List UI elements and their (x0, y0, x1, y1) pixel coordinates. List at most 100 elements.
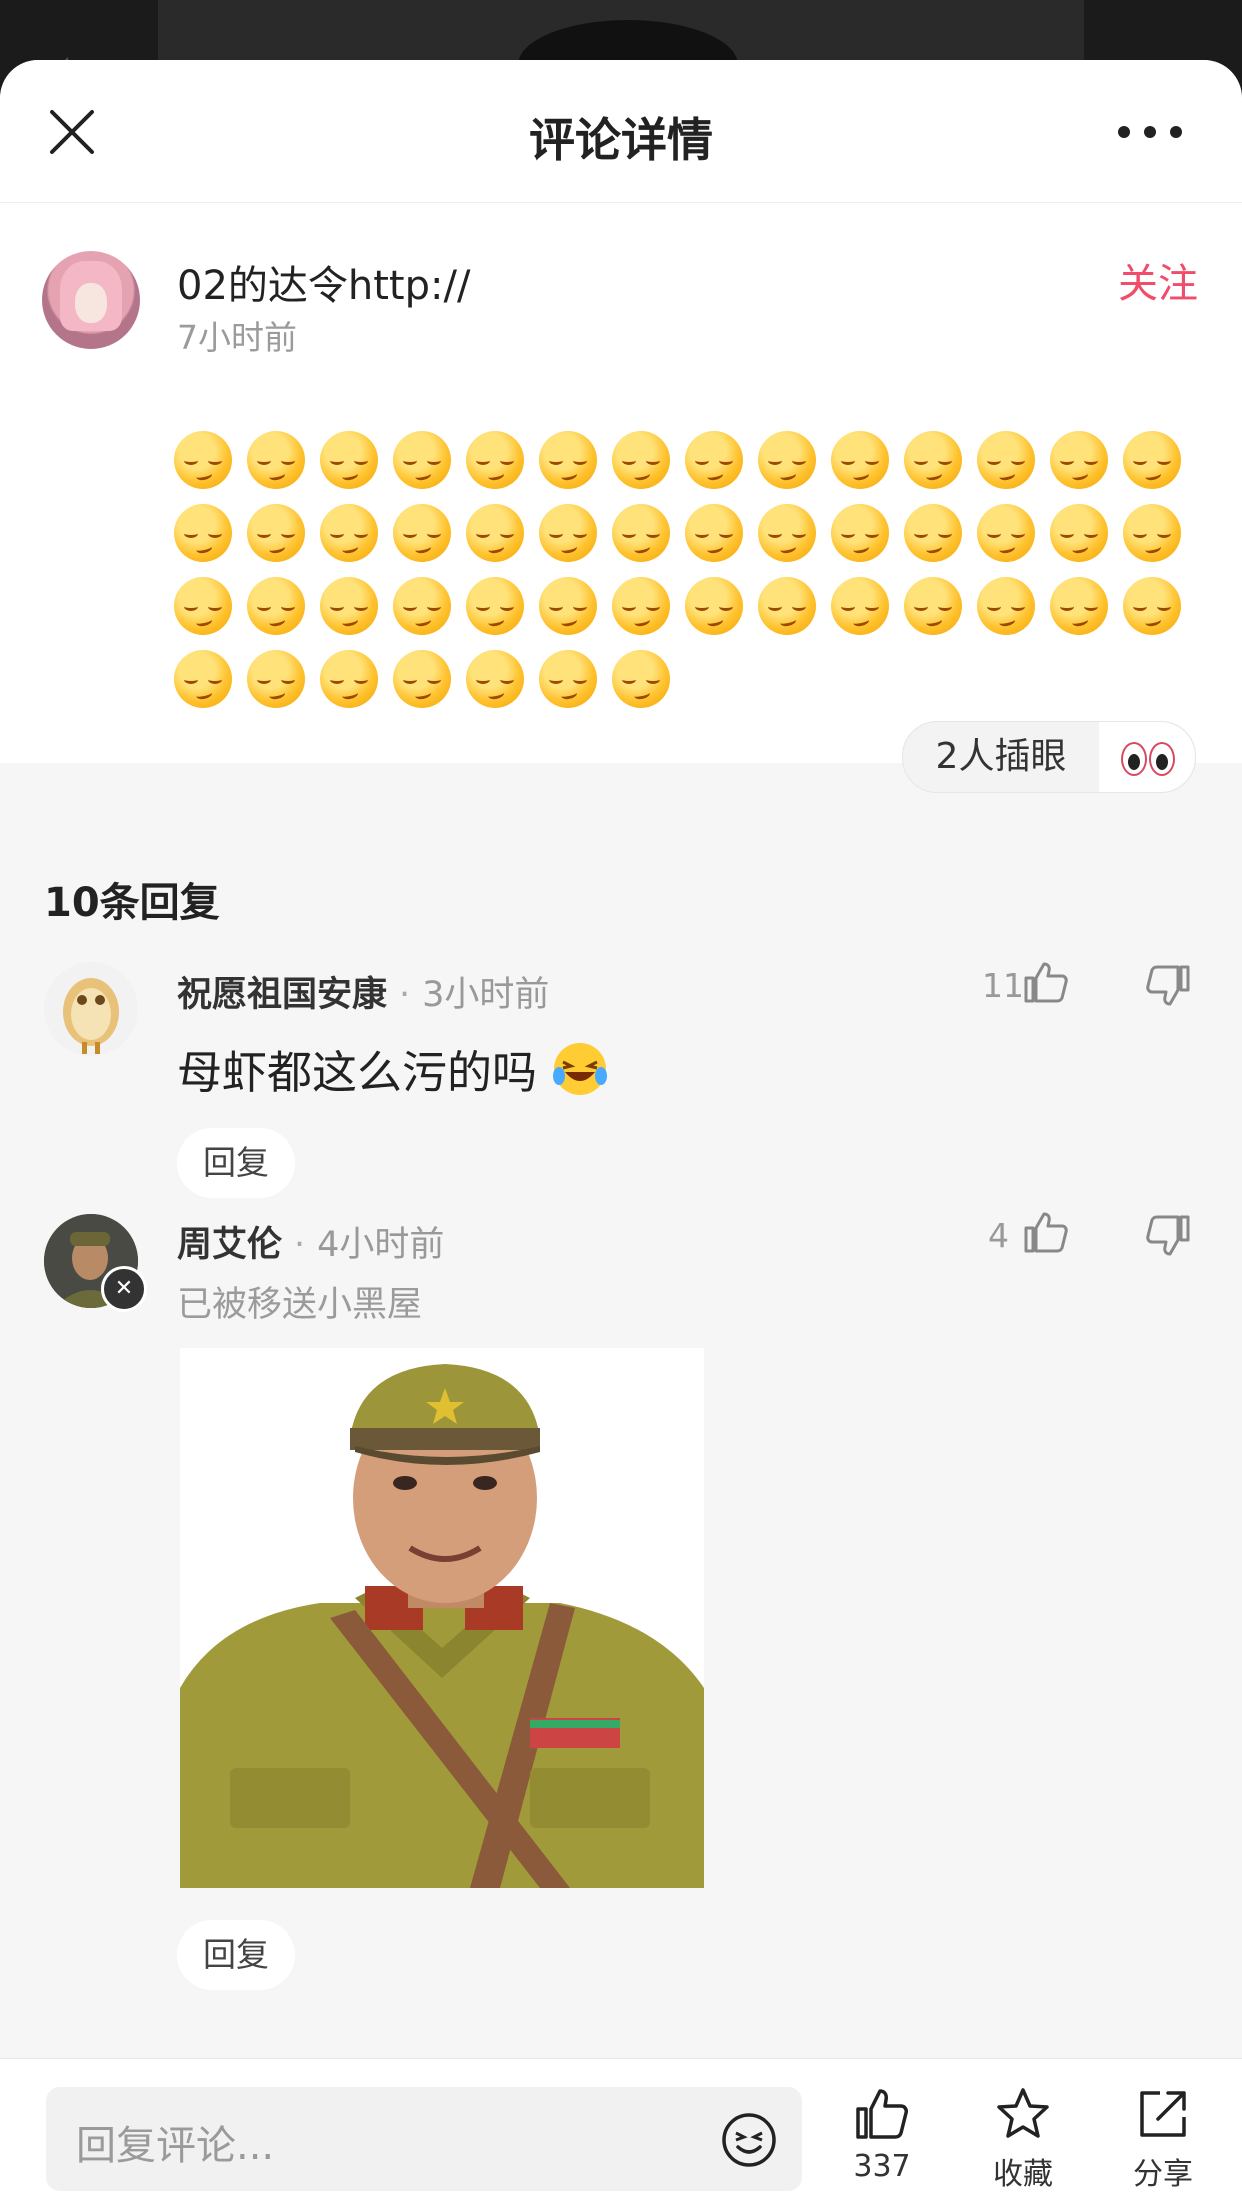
smirk-emoji-icon (174, 577, 232, 635)
smirk-emoji-icon (1050, 431, 1108, 489)
smirk-emoji-icon (320, 577, 378, 635)
reply-author-line: 祝愿祖国安康 · 3小时前 (177, 975, 550, 1015)
peek-eyes-icon (1099, 722, 1195, 792)
smirk-emoji-icon (174, 431, 232, 489)
smirk-emoji-icon (174, 504, 232, 562)
smirk-emoji-icon (393, 504, 451, 562)
smirk-emoji-icon (466, 431, 524, 489)
smirk-emoji-icon (612, 431, 670, 489)
author-avatar[interactable] (42, 251, 140, 349)
smirk-emoji-icon (247, 431, 305, 489)
smirk-emoji-icon (539, 650, 597, 708)
header-bar: 评论详情 (0, 60, 1242, 203)
smirk-emoji-icon (393, 431, 451, 489)
favorite-action[interactable]: 收藏 (968, 2085, 1078, 2193)
smirk-emoji-icon (539, 431, 597, 489)
banned-badge-icon: ✕ (101, 1266, 147, 1312)
smirk-emoji-icon (977, 577, 1035, 635)
smirk-emoji-icon (247, 577, 305, 635)
emoji-picker-icon[interactable] (720, 2111, 778, 2169)
smirk-emoji-icon (685, 577, 743, 635)
smirk-emoji-icon (539, 504, 597, 562)
smirk-emoji-icon (466, 504, 524, 562)
emoji-row (174, 577, 1194, 635)
smirk-emoji-icon (1123, 504, 1181, 562)
thumbs-up-icon (856, 2089, 908, 2139)
reply-time: 3小时前 (422, 975, 550, 1015)
emoji-row (174, 504, 1194, 562)
smirk-emoji-icon (466, 577, 524, 635)
smirk-emoji-icon (320, 504, 378, 562)
follow-button[interactable]: 关注 (1118, 251, 1198, 309)
share-label: 分享 (1133, 2157, 1193, 2192)
reply-button[interactable]: 回复 (177, 1128, 295, 1198)
smirk-emoji-icon (612, 504, 670, 562)
peek-button[interactable]: 2人插眼 (902, 721, 1196, 793)
smirk-emoji-icon (977, 431, 1035, 489)
reply-author[interactable]: 祝愿祖国安康 (177, 975, 387, 1015)
smirk-emoji-icon (758, 577, 816, 635)
reply-sticker-image[interactable] (180, 1348, 704, 1888)
smirk-emoji-icon (904, 504, 962, 562)
share-action[interactable]: 分享 (1108, 2085, 1218, 2193)
reply-input[interactable]: 回复评论... (46, 2087, 802, 2191)
smirk-emoji-icon (685, 504, 743, 562)
favorite-label: 收藏 (993, 2157, 1053, 2192)
smirk-emoji-icon (831, 577, 889, 635)
reply-text: 母虾都这么污的吗 (177, 1046, 538, 1099)
emoji-row (174, 650, 1194, 708)
smirk-emoji-icon (1050, 577, 1108, 635)
comment-detail-sheet: 评论详情 02的达令http:// 7小时前 关注 2人插眼 10条回复 祝愿祖… (0, 60, 1242, 2208)
page-title: 评论详情 (529, 113, 713, 167)
like-count: 337 (853, 2149, 911, 2184)
like-action[interactable]: 337 (827, 2085, 937, 2184)
smirk-emoji-icon (393, 650, 451, 708)
replies-count: 10条回复 (44, 880, 220, 926)
reply-status-text: 已被移送小黑屋 (177, 1285, 423, 1325)
bottom-action-bar: 回复评论... 337 收藏 分享 (0, 2058, 1242, 2209)
smirk-emoji-icon (320, 431, 378, 489)
comment-time: 7小时前 (177, 318, 297, 357)
smirk-emoji-icon (758, 431, 816, 489)
smirk-emoji-icon (612, 650, 670, 708)
smirk-emoji-icon (685, 431, 743, 489)
smirk-emoji-icon (539, 577, 597, 635)
reply-author[interactable]: 周艾伦 (177, 1225, 282, 1265)
share-icon (1140, 2091, 1186, 2137)
reply-author-line: 周艾伦 · 4小时前 (177, 1225, 445, 1265)
reply-like-count: 11 (982, 966, 1024, 1005)
main-comment: 02的达令http:// 7小时前 关注 2人插眼 (0, 203, 1242, 793)
smirk-emoji-icon (977, 504, 1035, 562)
emoji-row (174, 431, 1194, 489)
reply-like-count: 4 (988, 1216, 1009, 1255)
smirk-emoji-icon (466, 650, 524, 708)
smirk-emoji-icon (612, 577, 670, 635)
smirk-emoji-icon (320, 650, 378, 708)
smirk-emoji-icon (393, 577, 451, 635)
smirk-emoji-icon (831, 431, 889, 489)
smirk-emoji-icon (904, 577, 962, 635)
smirk-emoji-icon (247, 650, 305, 708)
reply-avatar[interactable] (44, 962, 138, 1056)
peek-count-label: 2人插眼 (935, 736, 1067, 777)
smirk-emoji-icon (1050, 504, 1108, 562)
dislike-icon[interactable] (1144, 962, 1192, 1010)
smirk-emoji-icon (174, 650, 232, 708)
reply-time: 4小时前 (317, 1225, 445, 1265)
dislike-icon[interactable] (1144, 1212, 1192, 1260)
laughing-tears-emoji-icon (553, 1043, 608, 1095)
like-icon[interactable] (1022, 1208, 1070, 1256)
smirk-emoji-icon (247, 504, 305, 562)
reply-button[interactable]: 回复 (177, 1920, 295, 1990)
like-icon[interactable] (1022, 958, 1070, 1006)
star-icon (997, 2088, 1049, 2138)
author-name[interactable]: 02的达令http:// (177, 253, 470, 311)
reply-text-line: 母虾都这么污的吗 (177, 1036, 609, 1101)
comment-emoji-content (174, 431, 1194, 723)
smirk-emoji-icon (1123, 577, 1181, 635)
smirk-emoji-icon (758, 504, 816, 562)
smirk-emoji-icon (1123, 431, 1181, 489)
reply-input-placeholder: 回复评论... (76, 2123, 275, 2169)
smirk-emoji-icon (831, 504, 889, 562)
more-options-icon[interactable] (1088, 122, 1198, 142)
